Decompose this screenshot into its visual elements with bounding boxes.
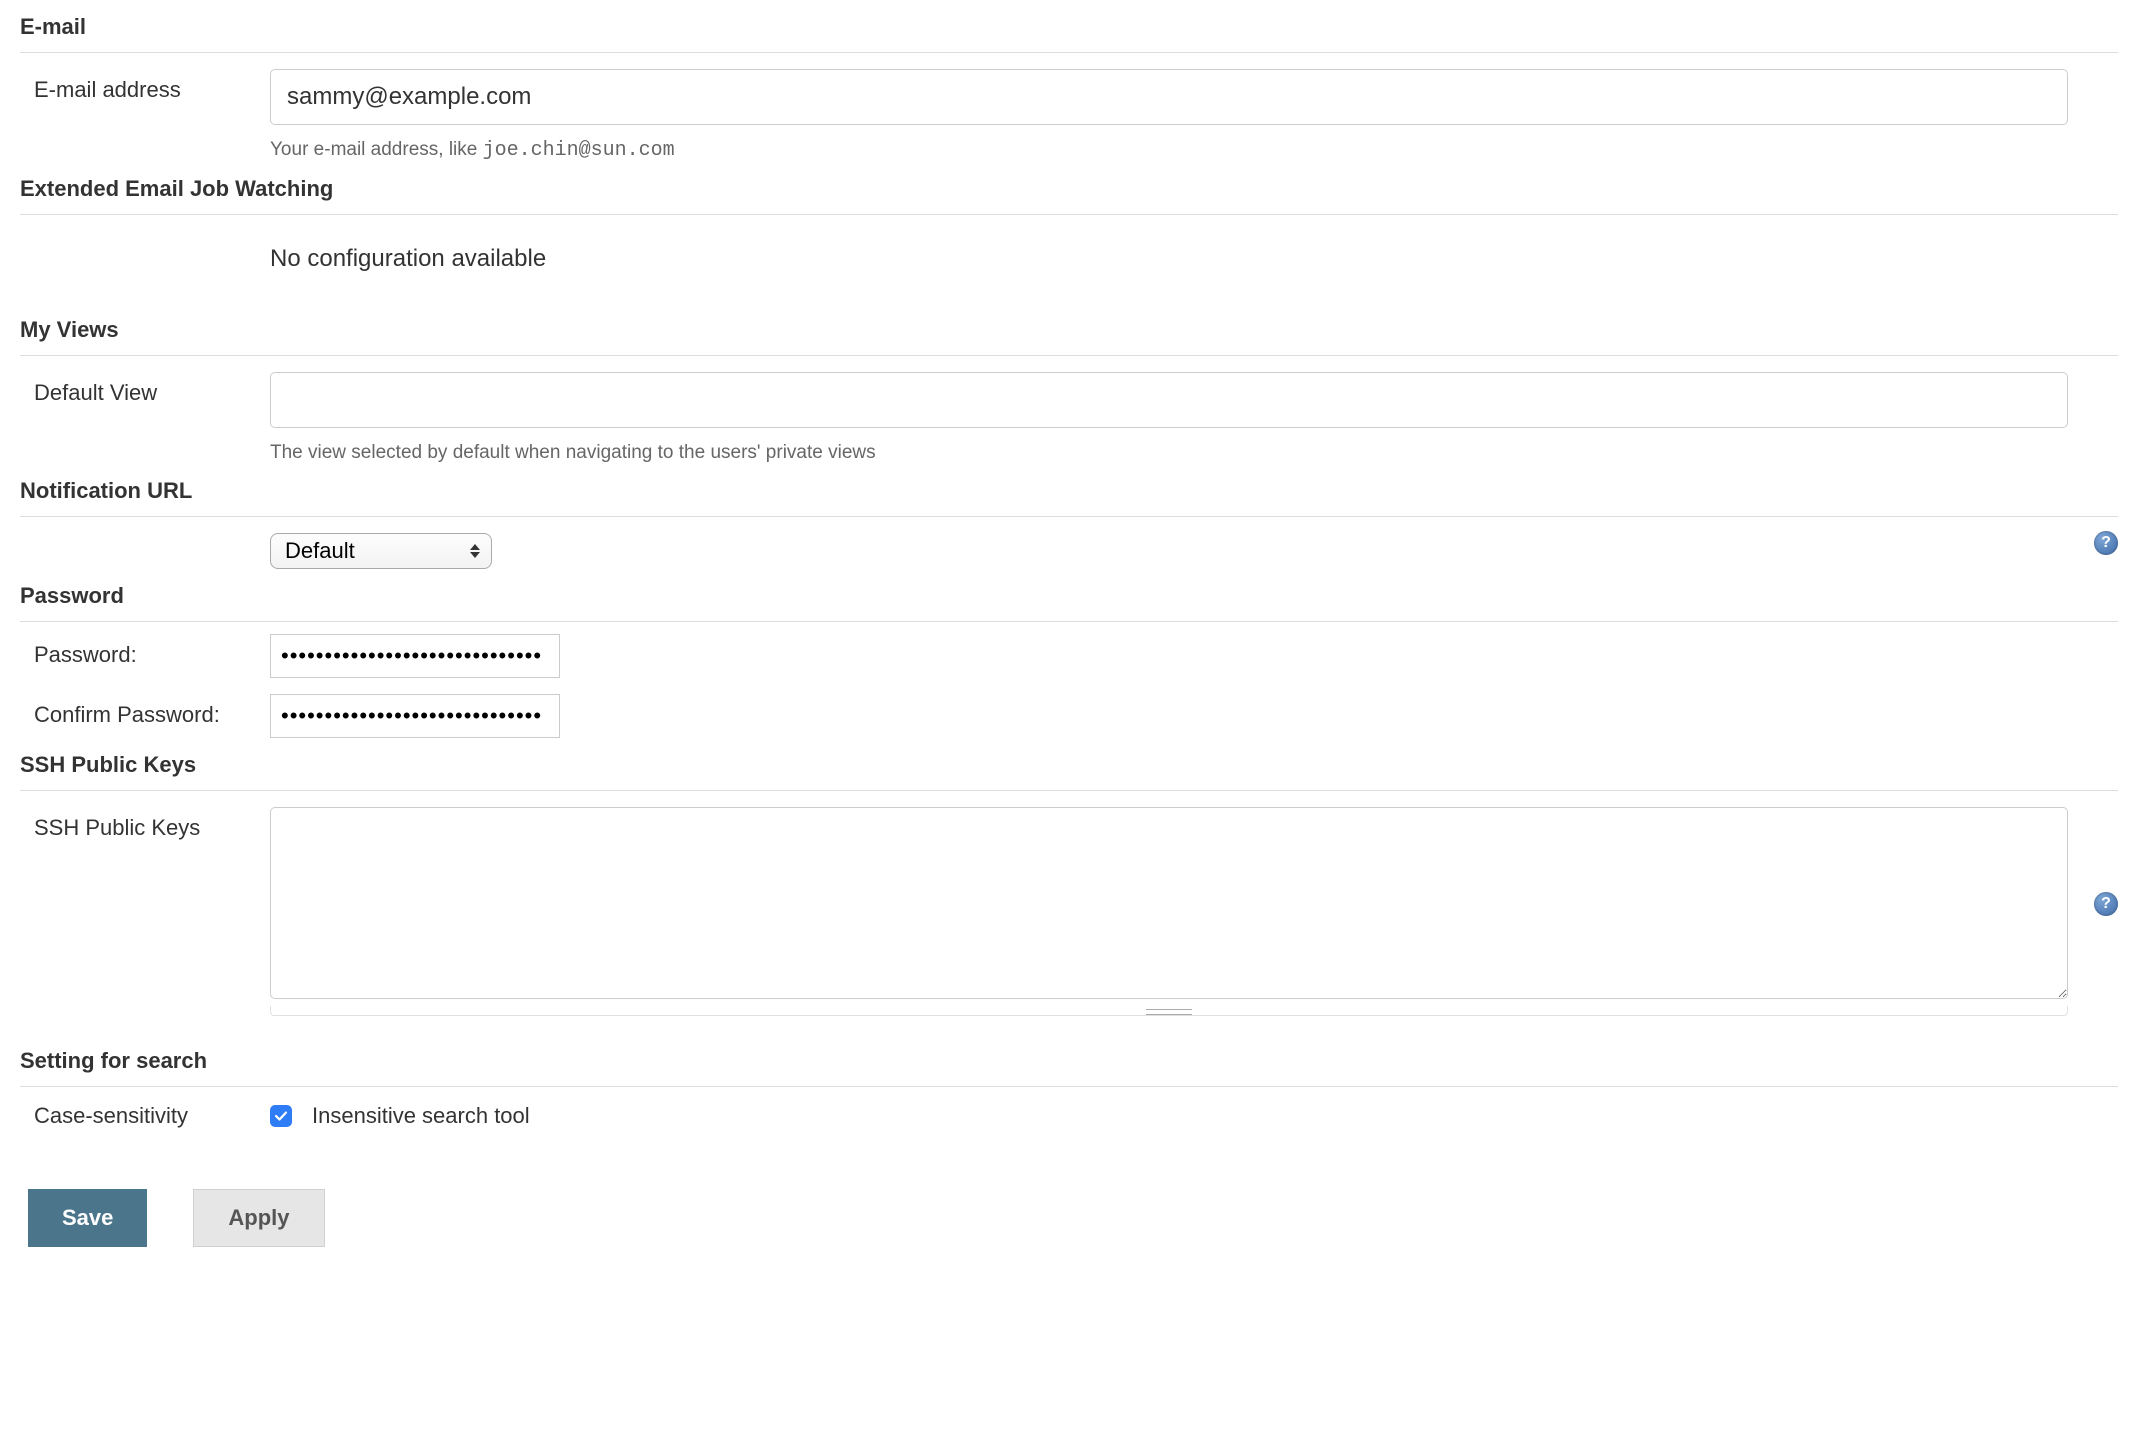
section-title-extended-email: Extended Email Job Watching bbox=[20, 162, 2118, 208]
email-row: E-mail address Your e-mail address, like… bbox=[20, 53, 2118, 162]
email-help-prefix: Your e-mail address, like bbox=[270, 139, 483, 160]
notification-url-spacer bbox=[20, 533, 270, 541]
section-title-my-views: My Views bbox=[20, 303, 2118, 349]
password-row: Password: bbox=[20, 622, 2118, 678]
email-help-example: joe.chin@sun.com bbox=[483, 139, 675, 162]
section-title-search: Setting for search bbox=[20, 1016, 2118, 1080]
help-icon[interactable]: ? bbox=[2094, 892, 2118, 916]
resize-handle[interactable] bbox=[270, 1006, 2068, 1016]
email-address-label: E-mail address bbox=[20, 69, 270, 103]
default-view-input[interactable] bbox=[270, 372, 2068, 428]
section-title-ssh: SSH Public Keys bbox=[20, 738, 2118, 784]
password-input[interactable] bbox=[270, 634, 560, 678]
section-title-password: Password bbox=[20, 569, 2118, 615]
default-view-row: Default View The view selected by defaul… bbox=[20, 356, 2118, 464]
default-view-label: Default View bbox=[20, 372, 270, 406]
ssh-public-keys-textarea[interactable] bbox=[270, 807, 2068, 999]
case-sensitivity-label: Case-sensitivity bbox=[20, 1103, 270, 1129]
apply-button[interactable]: Apply bbox=[193, 1189, 324, 1247]
confirm-password-input[interactable] bbox=[270, 694, 560, 738]
check-icon bbox=[274, 1109, 288, 1123]
case-sensitivity-checkbox-label: Insensitive search tool bbox=[292, 1103, 530, 1129]
extended-email-message: No configuration available bbox=[20, 215, 2118, 303]
password-label: Password: bbox=[20, 634, 270, 668]
notification-url-row: Default ? bbox=[20, 517, 2118, 569]
case-sensitivity-row: Case-sensitivity Insensitive search tool bbox=[20, 1087, 2118, 1129]
ssh-row: SSH Public Keys ? bbox=[20, 791, 2118, 1016]
confirm-password-row: Confirm Password: bbox=[20, 678, 2118, 738]
email-address-input[interactable] bbox=[270, 69, 2068, 125]
notification-url-select[interactable]: Default bbox=[270, 533, 492, 569]
actions-bar: Save Apply bbox=[20, 1129, 2118, 1247]
section-title-notification-url: Notification URL bbox=[20, 464, 2118, 510]
notification-url-select-wrap: Default bbox=[270, 533, 492, 569]
email-help-text: Your e-mail address, like joe.chin@sun.c… bbox=[270, 125, 2068, 162]
save-button[interactable]: Save bbox=[28, 1189, 147, 1247]
ssh-label: SSH Public Keys bbox=[20, 807, 270, 1016]
case-sensitivity-checkbox[interactable] bbox=[270, 1105, 292, 1127]
confirm-password-label: Confirm Password: bbox=[20, 694, 270, 728]
default-view-help-text: The view selected by default when naviga… bbox=[270, 428, 2068, 464]
section-title-email: E-mail bbox=[20, 0, 2118, 46]
help-icon[interactable]: ? bbox=[2094, 531, 2118, 555]
